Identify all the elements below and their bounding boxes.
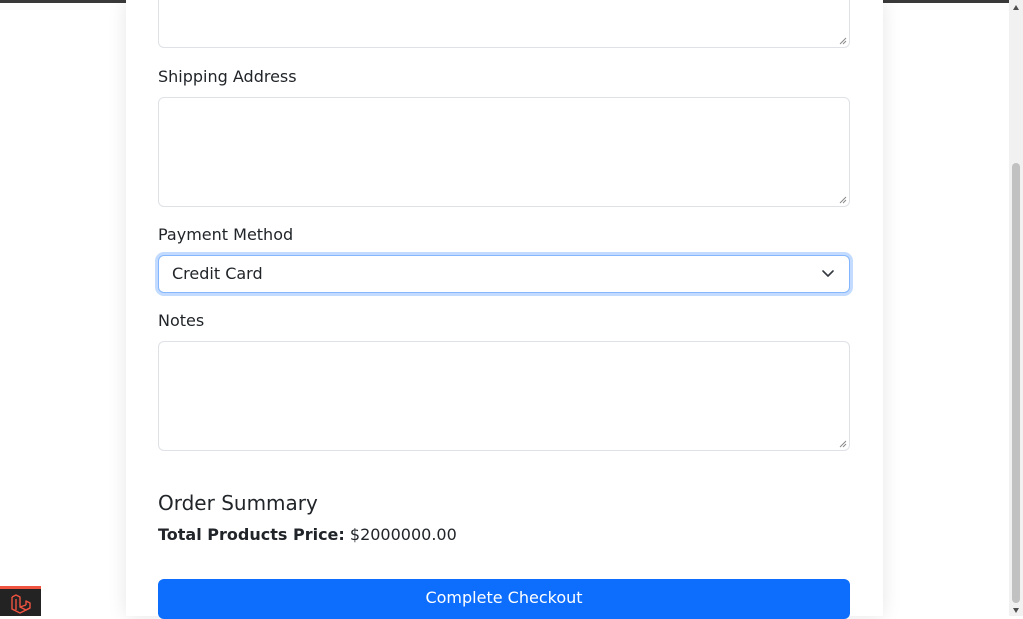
page-scrollbar[interactable]: [1009, 0, 1023, 616]
payment-method-label: Payment Method: [158, 225, 294, 244]
laravel-logo-icon: [11, 594, 31, 614]
previous-textarea[interactable]: [158, 0, 850, 48]
payment-method-value: Credit Card: [172, 264, 263, 283]
laravel-debugbar-badge[interactable]: [0, 586, 41, 616]
notes-textarea[interactable]: [158, 341, 850, 451]
total-products-price: Total Products Price: $2000000.00: [158, 525, 457, 545]
scroll-up-arrow-icon[interactable]: [1012, 4, 1020, 12]
checkout-card: [126, 0, 883, 616]
resize-grip-icon[interactable]: [839, 196, 847, 204]
order-summary-heading: Order Summary: [158, 491, 318, 515]
scroll-down-arrow-icon[interactable]: [1012, 606, 1020, 614]
resize-grip-icon[interactable]: [839, 37, 847, 45]
chevron-down-icon: [822, 270, 834, 277]
total-price-value: $2000000.00: [349, 525, 457, 544]
total-price-label: Total Products Price:: [158, 525, 345, 544]
shipping-address-textarea[interactable]: [158, 97, 850, 207]
notes-label: Notes: [158, 311, 205, 330]
shipping-address-label: Shipping Address: [158, 67, 297, 86]
scrollbar-thumb[interactable]: [1012, 163, 1020, 603]
complete-checkout-button[interactable]: Complete Checkout: [158, 579, 850, 619]
resize-grip-icon[interactable]: [839, 440, 847, 448]
payment-method-select[interactable]: Credit Card: [158, 255, 850, 293]
